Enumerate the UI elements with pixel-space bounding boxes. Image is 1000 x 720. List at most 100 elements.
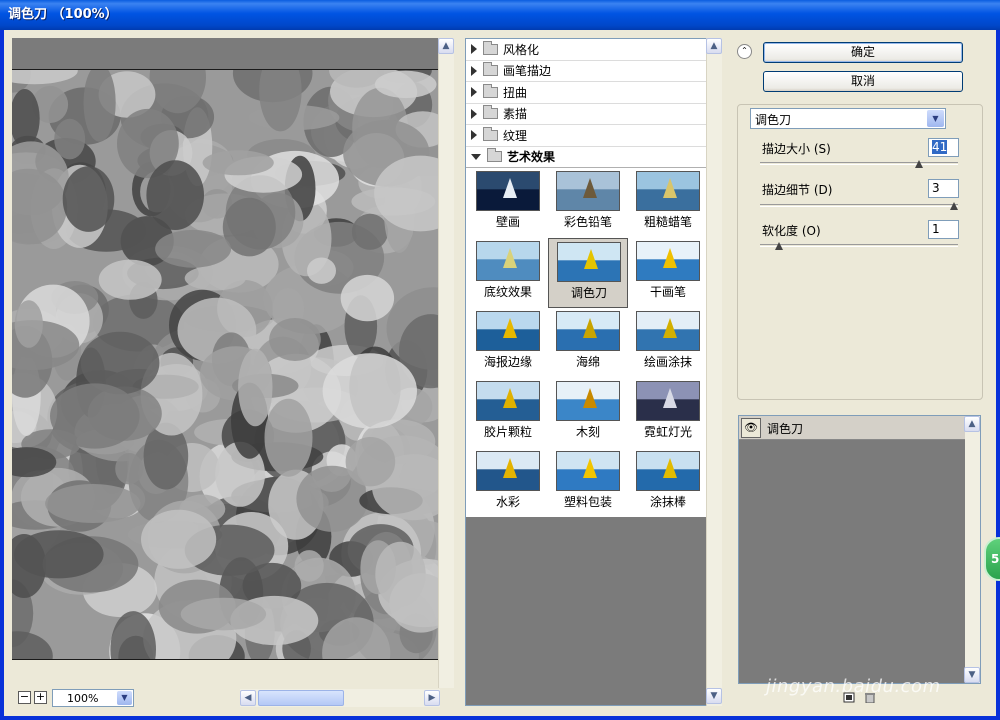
scroll-up-icon[interactable]: ▲ — [438, 38, 454, 54]
filter-thumbnail[interactable]: 涂抹棒 — [628, 448, 708, 518]
softness-slider[interactable] — [760, 244, 958, 247]
category-brush-strokes[interactable]: 画笔描边 — [466, 61, 707, 82]
window-frame-right — [996, 30, 1000, 720]
stroke-size-slider[interactable] — [760, 162, 958, 165]
folder-icon — [483, 83, 498, 98]
eye-icon[interactable]: 👁 — [741, 418, 761, 438]
filter-thumbnail[interactable]: 壁画 — [468, 168, 548, 238]
collapse-gallery-icon[interactable]: ⌃ — [737, 44, 752, 59]
sailboat-icon — [503, 248, 517, 268]
filter-thumbnail[interactable]: 水彩 — [468, 448, 548, 518]
cancel-button[interactable]: 取消 — [763, 71, 963, 92]
folder-icon — [483, 126, 498, 141]
filter-thumbnail-label: 涂抹棒 — [649, 495, 686, 509]
stroke-detail-slider[interactable] — [760, 204, 958, 207]
preview-vertical-scrollbar[interactable]: ▲ — [438, 38, 454, 688]
collapse-arrow-icon[interactable] — [471, 153, 481, 160]
stroke-size-slider-knob[interactable] — [915, 160, 924, 168]
window-title-bar[interactable]: 调色刀 （100%） — [0, 0, 1000, 30]
softness-value: 1 — [932, 222, 940, 236]
category-label: 扭曲 — [503, 85, 528, 100]
filter-thumbnail[interactable]: 霓虹灯光 — [628, 378, 708, 448]
zoom-in-button[interactable]: + — [34, 691, 47, 704]
horizontal-scroll-thumb[interactable] — [258, 690, 344, 706]
filter-preview-image — [636, 171, 700, 211]
category-label: 画笔描边 — [503, 64, 552, 79]
category-texture[interactable]: 纹理 — [466, 125, 707, 147]
category-distort[interactable]: 扭曲 — [466, 82, 707, 104]
preview-pane[interactable] — [12, 38, 438, 660]
filter-thumbnail[interactable]: 干画笔 — [628, 238, 708, 308]
scroll-right-icon[interactable]: ▶ — [424, 690, 440, 706]
sailboat-icon — [583, 178, 597, 198]
category-label: 艺术效果 — [507, 150, 556, 165]
chevron-down-icon[interactable]: ▼ — [117, 691, 132, 705]
stroke-detail-input[interactable]: 3 — [928, 179, 959, 198]
category-stylize[interactable]: 风格化 — [466, 39, 707, 61]
stroke-detail-slider-knob[interactable] — [950, 202, 958, 210]
filter-thumbnail-label: 底纹效果 — [483, 285, 532, 299]
filter-thumbnail[interactable]: 绘画涂抹 — [628, 308, 708, 378]
filter-preview-image — [556, 171, 620, 211]
filter-thumbnail[interactable]: 木刻 — [548, 378, 628, 448]
expand-arrow-icon[interactable] — [471, 108, 477, 119]
filter-thumbnail[interactable]: 塑料包装 — [548, 448, 628, 518]
filter-preview-image — [476, 451, 540, 491]
scroll-up-icon[interactable]: ▲ — [964, 416, 980, 432]
scroll-down-icon[interactable]: ▼ — [964, 667, 980, 683]
sailboat-icon — [503, 318, 517, 338]
expand-arrow-icon[interactable] — [471, 44, 477, 55]
filter-thumbnail-label: 壁画 — [495, 215, 520, 229]
sailboat-icon — [503, 388, 517, 408]
filter-preview-image — [556, 311, 620, 351]
softness-input[interactable]: 1 — [928, 220, 959, 239]
filter-thumbnail-label: 木刻 — [575, 425, 600, 439]
zoom-out-button[interactable]: − — [18, 691, 31, 704]
filter-tree-scrollbar[interactable]: ▲ ▼ — [706, 38, 722, 706]
filter-select[interactable]: 调色刀 ▼ — [750, 108, 946, 129]
softness-slider-knob[interactable] — [775, 242, 784, 250]
expand-arrow-icon[interactable] — [471, 130, 477, 141]
filter-thumbnail[interactable]: 海绵 — [548, 308, 628, 378]
filter-thumbnail-label: 调色刀 — [570, 286, 607, 300]
folder-icon — [483, 40, 498, 55]
stroke-size-input[interactable]: 41 — [928, 138, 959, 157]
scroll-down-icon[interactable]: ▼ — [706, 688, 722, 704]
filter-thumbnail-label: 塑料包装 — [563, 495, 612, 509]
filter-thumbnail[interactable]: 彩色铅笔 — [548, 168, 628, 238]
scroll-left-icon[interactable]: ◀ — [240, 690, 256, 706]
expand-arrow-icon[interactable] — [471, 87, 477, 98]
window-title: 调色刀 （100%） — [8, 7, 118, 22]
filter-thumbnail-label: 胶片颗粒 — [483, 425, 532, 439]
filter-thumbnail-label: 海报边缘 — [483, 355, 532, 369]
chevron-down-icon[interactable]: ▼ — [927, 110, 944, 127]
scroll-up-icon[interactable]: ▲ — [706, 38, 722, 54]
category-artistic[interactable]: 艺术效果 — [466, 147, 707, 168]
preview-horizontal-scrollbar[interactable]: ◀ ▶ — [240, 689, 440, 707]
filter-thumbnail-label: 干画笔 — [649, 285, 686, 299]
filter-thumbnail-label: 彩色铅笔 — [563, 215, 612, 229]
layers-scrollbar[interactable]: ▲ ▼ — [964, 416, 980, 683]
zoom-select[interactable]: 100% ▼ — [52, 689, 134, 707]
category-sketch[interactable]: 素描 — [466, 104, 707, 125]
sailboat-icon — [503, 458, 517, 478]
ok-button[interactable]: 确定 — [763, 42, 963, 63]
filter-preview-image — [636, 381, 700, 421]
filter-thumbnail-label: 粗糙蜡笔 — [643, 215, 692, 229]
filter-thumbnail-label: 绘画涂抹 — [643, 355, 692, 369]
filter-preview-image — [476, 171, 540, 211]
filter-thumbnail[interactable]: 胶片颗粒 — [468, 378, 548, 448]
filter-thumbnail[interactable]: 粗糙蜡笔 — [628, 168, 708, 238]
filter-thumbnail-label: 霓虹灯光 — [643, 425, 692, 439]
filter-gallery: 风格化 画笔描边 扭曲 素描 纹理 艺术效果 壁画 彩色铅笔 粗糙蜡笔底纹效果 调色刀… — [465, 38, 708, 706]
effect-layer-row[interactable]: 👁 调色刀 — [739, 416, 965, 440]
floating-badge[interactable]: 50 — [984, 537, 1000, 581]
filter-preview-image — [636, 451, 700, 491]
filter-thumbnail[interactable]: 底纹效果 — [468, 238, 548, 308]
preview-bottom-edge — [12, 659, 438, 660]
expand-arrow-icon[interactable] — [471, 65, 477, 76]
preview-bottom-bar: − + 100% ▼ ◀ ▶ — [12, 688, 440, 708]
filter-thumbnail[interactable]: 海报边缘 — [468, 308, 548, 378]
window-frame-left — [0, 30, 4, 720]
filter-thumbnail[interactable]: 调色刀 — [548, 238, 628, 308]
